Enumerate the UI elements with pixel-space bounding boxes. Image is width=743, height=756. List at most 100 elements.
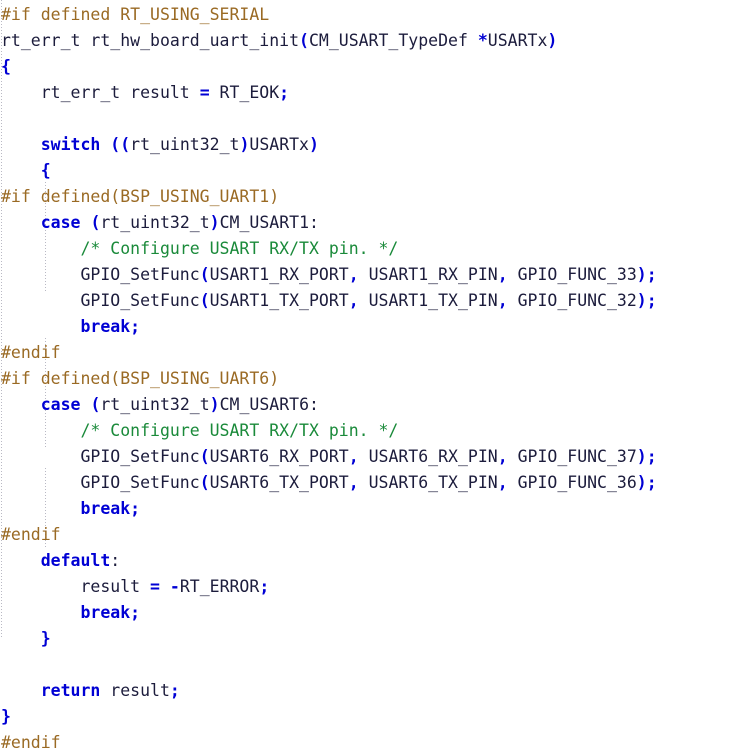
code-token-plain: result bbox=[1, 577, 151, 596]
code-token-plain: GPIO_FUNC_33 bbox=[507, 265, 637, 284]
code-token-plain: rt_uint32_t bbox=[100, 395, 210, 414]
code-token-punc: , bbox=[348, 447, 359, 466]
code-token-kw: case bbox=[40, 213, 81, 232]
code-line[interactable]: GPIO_SetFunc(USART6_RX_PORT, USART6_RX_P… bbox=[0, 444, 743, 470]
code-token-punc: ); bbox=[636, 265, 657, 284]
code-token-plain: GPIO_SetFunc bbox=[1, 265, 200, 284]
code-token-punc: ( bbox=[299, 31, 309, 50]
code-token-pre: #endif bbox=[1, 525, 61, 544]
code-line[interactable]: } bbox=[0, 626, 743, 652]
code-token-punc: ) bbox=[209, 213, 220, 232]
code-token-brace: { bbox=[40, 161, 51, 180]
code-token-cmt: /* Configure USART RX/TX pin. */ bbox=[80, 239, 399, 258]
code-token-plain: USARTx bbox=[249, 135, 309, 154]
code-line[interactable]: /* Configure USART RX/TX pin. */ bbox=[0, 418, 743, 444]
code-token-punc: ; bbox=[259, 577, 270, 596]
code-token-punc: ; bbox=[130, 499, 141, 518]
code-line[interactable] bbox=[0, 106, 743, 132]
code-line[interactable]: { bbox=[0, 158, 743, 184]
code-token-plain: USART1_TX_PORT bbox=[209, 291, 349, 310]
code-token-pre: #if defined(BSP_USING_UART1) bbox=[1, 187, 280, 206]
code-line[interactable]: #if defined(BSP_USING_UART1) bbox=[0, 184, 743, 210]
code-token-punc: , bbox=[497, 473, 508, 492]
code-line[interactable]: } bbox=[0, 704, 743, 730]
code-line[interactable]: break; bbox=[0, 600, 743, 626]
code-line[interactable]: { bbox=[0, 54, 743, 80]
code-token-punc: = bbox=[199, 83, 210, 102]
code-token-punc: ( bbox=[199, 447, 210, 466]
code-token-plain: GPIO_SetFunc bbox=[1, 291, 200, 310]
code-token-pre: #if defined(BSP_USING_UART6) bbox=[1, 369, 280, 388]
code-token-punc: ) bbox=[209, 395, 220, 414]
code-token-plain: USART1_RX_PIN bbox=[358, 265, 498, 284]
code-token-plain: GPIO_FUNC_32 bbox=[507, 291, 637, 310]
code-token-punc: , bbox=[348, 473, 359, 492]
code-line[interactable]: #if defined RT_USING_SERIAL bbox=[0, 2, 743, 28]
code-token-plain: CM_USART6: bbox=[219, 395, 319, 414]
code-line[interactable]: case (rt_uint32_t)CM_USART1: bbox=[0, 210, 743, 236]
code-token-plain: GPIO_SetFunc bbox=[1, 447, 200, 466]
code-token-plain: CM_USART_TypeDef bbox=[308, 31, 478, 50]
code-token-kw: break bbox=[80, 317, 131, 336]
code-token-pre: #endif bbox=[1, 343, 61, 362]
code-line[interactable]: default: bbox=[0, 548, 743, 574]
code-line[interactable]: #endif bbox=[0, 730, 743, 756]
code-token-punc: , bbox=[497, 265, 508, 284]
code-line[interactable]: /* Configure USART RX/TX pin. */ bbox=[0, 236, 743, 262]
code-line[interactable]: rt_err_t result = RT_EOK; bbox=[0, 80, 743, 106]
code-line[interactable] bbox=[0, 652, 743, 678]
code-line[interactable]: result = -RT_ERROR; bbox=[0, 574, 743, 600]
code-token-plain: USART6_RX_PORT bbox=[209, 447, 349, 466]
code-token-punc: ; bbox=[130, 603, 141, 622]
code-token-plain: USART6_TX_PORT bbox=[209, 473, 349, 492]
code-token-punc: ( bbox=[90, 395, 101, 414]
code-line[interactable]: #if defined(BSP_USING_UART6) bbox=[0, 366, 743, 392]
code-token-plain: GPIO_FUNC_37 bbox=[507, 447, 637, 466]
code-line[interactable]: case (rt_uint32_t)CM_USART6: bbox=[0, 392, 743, 418]
code-line[interactable]: return result; bbox=[0, 678, 743, 704]
code-token-plain: : bbox=[110, 551, 121, 570]
code-token-punc: ( bbox=[90, 213, 101, 232]
code-token-pre: #if defined RT_USING_SERIAL bbox=[1, 5, 270, 24]
code-line[interactable]: rt_err_t rt_hw_board_uart_init(CM_USART_… bbox=[0, 28, 743, 54]
code-token-punc: ( bbox=[199, 291, 210, 310]
code-token-cmt: /* Configure USART RX/TX pin. */ bbox=[80, 421, 399, 440]
code-token-punc: ) bbox=[239, 135, 250, 154]
code-line[interactable]: GPIO_SetFunc(USART1_TX_PORT, USART1_TX_P… bbox=[0, 288, 743, 314]
code-line[interactable]: #endif bbox=[0, 340, 743, 366]
code-token-plain: USART6_TX_PIN bbox=[358, 473, 498, 492]
code-token-plain: USARTx bbox=[487, 31, 548, 50]
code-token-plain: GPIO_SetFunc bbox=[1, 473, 200, 492]
code-line[interactable]: GPIO_SetFunc(USART1_RX_PORT, USART1_RX_P… bbox=[0, 262, 743, 288]
code-token-punc: = bbox=[150, 577, 160, 596]
code-token-punc: - bbox=[169, 577, 180, 596]
code-line[interactable]: break; bbox=[0, 314, 743, 340]
code-token-brace: } bbox=[1, 707, 11, 726]
code-token-kw: break bbox=[80, 603, 131, 622]
code-token-punc: , bbox=[348, 265, 359, 284]
code-line[interactable]: break; bbox=[0, 496, 743, 522]
code-token-plain: result bbox=[100, 681, 170, 700]
code-line[interactable]: GPIO_SetFunc(USART6_TX_PORT, USART6_TX_P… bbox=[0, 470, 743, 496]
code-token-kw: return bbox=[40, 681, 101, 700]
code-lines-container[interactable]: #if defined RT_USING_SERIAL rt_err_t rt_h… bbox=[0, 0, 743, 756]
code-line[interactable]: switch ((rt_uint32_t)USARTx) bbox=[0, 132, 743, 158]
code-line[interactable]: #endif bbox=[0, 522, 743, 548]
code-token-punc: ; bbox=[169, 681, 180, 700]
code-editor-viewport[interactable]: #if defined RT_USING_SERIAL rt_err_t rt_h… bbox=[0, 0, 743, 752]
code-token-plain: CM_USART1: bbox=[219, 213, 319, 232]
code-token-punc: , bbox=[497, 291, 508, 310]
